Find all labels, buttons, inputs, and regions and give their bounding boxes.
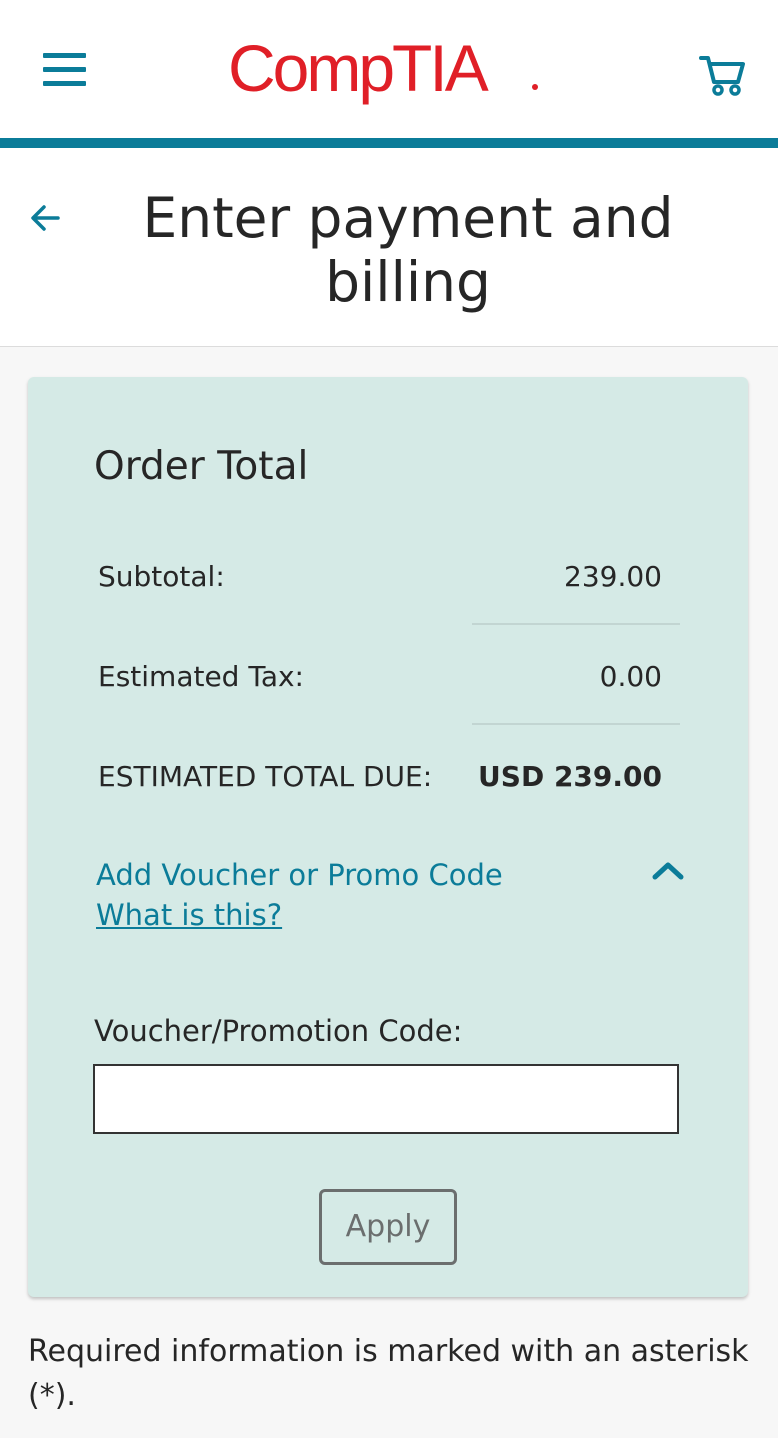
top-navigation-bar: CompTIA [0,0,778,138]
logo-wordmark: CompTIA [228,31,489,105]
what-is-this-link[interactable]: What is this? [96,895,282,935]
shopping-cart-icon[interactable] [698,50,748,96]
comptia-logo[interactable]: CompTIA [228,28,548,108]
promo-code-label: Voucher/Promotion Code: [94,1014,463,1048]
chevron-up-icon[interactable] [648,855,688,887]
logo-dot [532,84,538,90]
row-divider [472,723,680,725]
estimated-tax-label: Estimated Tax: [98,660,304,693]
add-promo-code-toggle[interactable]: Add Voucher or Promo Code [96,855,503,895]
required-info-note: Required information is marked with an a… [28,1334,749,1413]
order-total-card: Order Total Subtotal: 239.00 Estimated T… [28,377,748,1297]
order-total-title: Order Total [94,444,309,489]
page-title: Enter payment and billing [142,186,674,314]
hamburger-menu-icon[interactable] [40,50,90,90]
estimated-total-value: USD 239.00 [478,760,662,793]
subtotal-value: 239.00 [564,560,662,593]
estimated-tax-value: 0.00 [599,660,662,693]
header-accent-rule [0,138,778,148]
subtotal-label: Subtotal: [98,560,225,593]
row-divider [472,623,680,625]
estimated-total-label: ESTIMATED TOTAL DUE: [98,760,433,793]
page-header: Enter payment and billing [0,148,778,347]
arrow-left-icon[interactable] [28,200,64,236]
promo-code-input[interactable] [93,1064,679,1134]
apply-button[interactable]: Apply [319,1189,457,1265]
